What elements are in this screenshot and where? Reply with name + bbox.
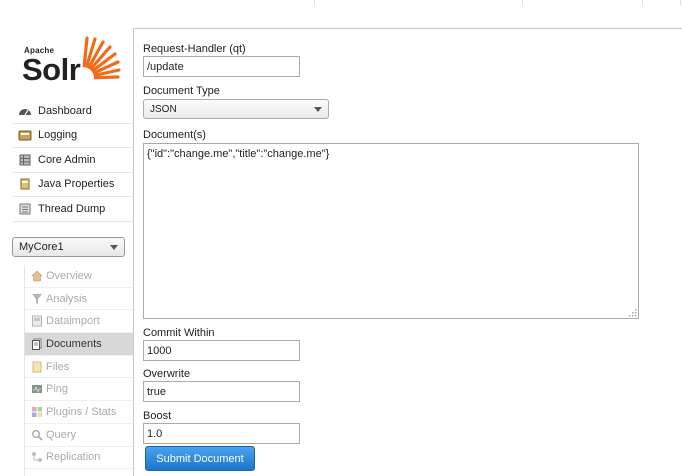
nav-core-admin[interactable]: Core Admin	[12, 148, 133, 173]
home-icon	[31, 270, 43, 282]
request-handler-label: Request-Handler (qt)	[143, 43, 246, 55]
boost-input[interactable]	[143, 423, 300, 444]
nav-java-properties[interactable]: Java Properties	[12, 173, 133, 197]
dataimport-icon	[32, 315, 42, 327]
core-nav-label: Replication	[46, 451, 101, 464]
submit-document-button[interactable]: Submit Document	[145, 446, 255, 471]
core-selector[interactable]: MyCore1	[12, 237, 125, 257]
commit-within-input[interactable]	[143, 340, 300, 361]
core-admin-icon	[19, 154, 31, 166]
magnifier-icon	[32, 429, 43, 441]
chevron-down-icon	[314, 107, 322, 112]
dashboard-icon	[19, 108, 31, 116]
solr-sun-icon	[77, 36, 121, 82]
resize-grip-icon[interactable]	[629, 309, 637, 317]
documents-panel: Request-Handler (qt) Document Type JSON …	[133, 28, 682, 476]
core-nav-label: Files	[46, 360, 70, 373]
folder-icon	[32, 361, 42, 373]
top-divider	[680, 0, 681, 5]
nav-logging[interactable]: Logging	[12, 124, 133, 148]
core-nav-label: Ping	[46, 383, 69, 396]
document-type-label: Document Type	[143, 85, 220, 97]
ping-icon	[32, 385, 42, 394]
core-nav-query[interactable]: Query	[25, 424, 133, 447]
core-nav-label: Analysis	[46, 292, 87, 305]
core-nav-analysis[interactable]: Analysis	[25, 288, 133, 311]
core-nav-label: Overview	[46, 269, 92, 282]
documents-icon	[32, 338, 42, 350]
core-nav-plugins-stats[interactable]: Plugins / Stats	[25, 401, 133, 424]
document-type-value: JSON	[150, 103, 177, 115]
plugins-icon	[32, 406, 42, 417]
nav-label: Java Properties	[38, 178, 115, 191]
top-divider	[522, 0, 523, 5]
documents-textarea[interactable]: {"id":"change.me","title":"change.me"}	[143, 143, 639, 319]
nav-label: Dashboard	[38, 104, 92, 117]
core-selector-value: MyCore1	[19, 241, 64, 253]
java-icon	[20, 178, 30, 190]
solr-logo[interactable]: Apache Solr	[22, 34, 122, 90]
core-nav-guide	[24, 265, 25, 476]
logo-solr-text: Solr	[22, 52, 81, 87]
core-nav-files[interactable]: Files	[25, 356, 133, 379]
core-nav: Overview Analysis Dataimport Documents F…	[24, 265, 133, 476]
nav-label: Thread Dump	[38, 202, 106, 215]
commit-within-label: Commit Within	[143, 327, 215, 339]
top-divider	[642, 0, 643, 5]
core-nav-label: Plugins / Stats	[46, 405, 117, 418]
logging-icon	[18, 130, 32, 141]
chevron-down-icon	[110, 245, 118, 250]
top-divider	[314, 0, 315, 5]
core-nav-ping[interactable]: Ping	[25, 378, 133, 402]
funnel-icon	[32, 293, 42, 304]
nav-dashboard[interactable]: Dashboard	[12, 99, 133, 124]
documents-label: Document(s)	[143, 129, 206, 141]
thread-dump-icon	[19, 203, 31, 215]
request-handler-input[interactable]	[143, 56, 300, 77]
core-nav-overview[interactable]: Overview	[25, 265, 133, 288]
nav-label: Logging	[38, 129, 78, 142]
nav-label: Core Admin	[38, 153, 96, 166]
overwrite-input[interactable]	[143, 381, 300, 402]
top-bar	[0, 0, 682, 28]
core-nav-replication[interactable]: Replication	[25, 447, 133, 470]
boost-label: Boost	[143, 410, 172, 422]
core-nav-dataimport[interactable]: Dataimport	[25, 310, 133, 334]
document-type-select[interactable]: JSON	[143, 99, 329, 119]
main-nav: Dashboard Logging Core Admin Java Proper…	[12, 99, 133, 222]
core-nav-label: Query	[46, 428, 76, 441]
sidebar: Apache Solr Dashboard Logging Core Admin…	[0, 28, 133, 476]
core-nav-documents[interactable]: Documents	[25, 333, 133, 356]
nav-thread-dump[interactable]: Thread Dump	[12, 197, 133, 222]
core-nav-label: Documents	[46, 337, 102, 350]
core-nav-label: Dataimport	[46, 315, 100, 328]
overwrite-label: Overwrite	[143, 368, 191, 380]
replication-icon	[32, 452, 42, 463]
